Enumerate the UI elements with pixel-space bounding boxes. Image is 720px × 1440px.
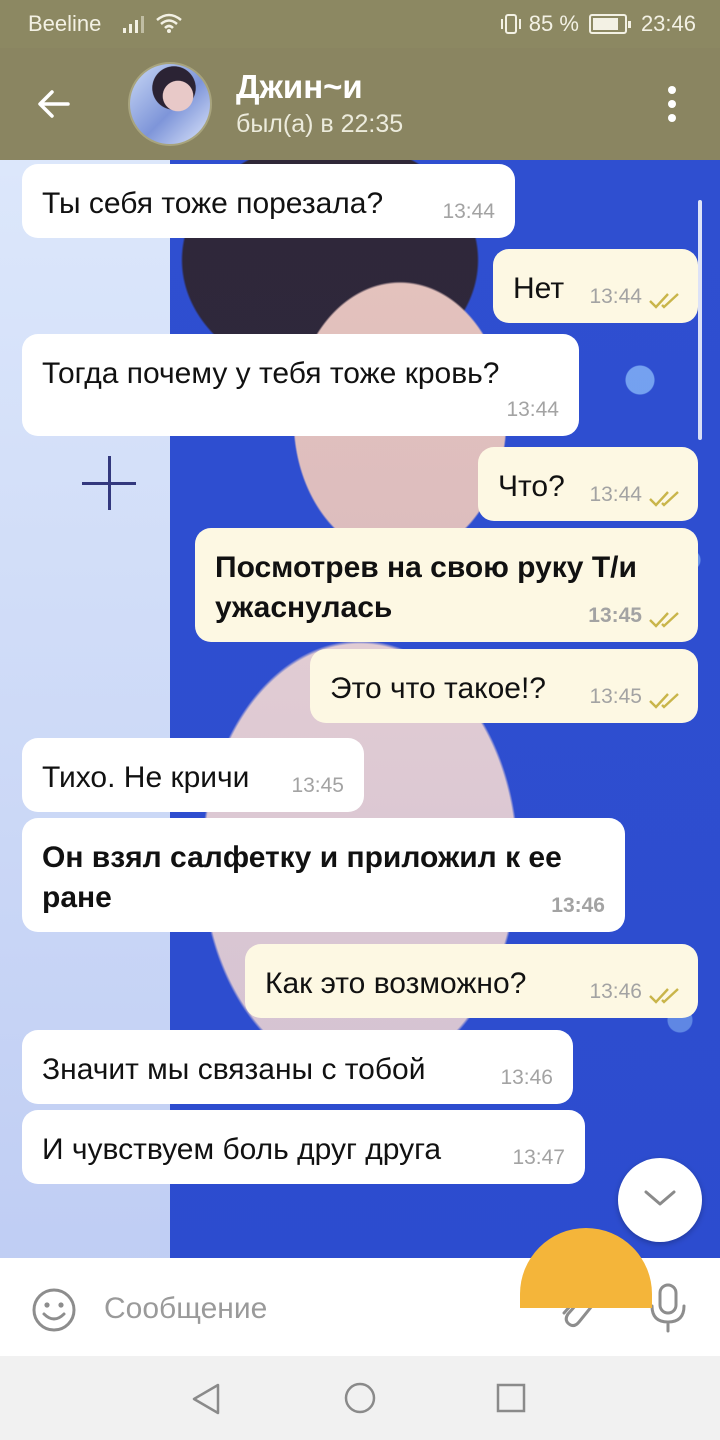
last-seen-status: был(а) в 22:35 [236, 110, 404, 138]
smile-icon[interactable] [30, 1286, 78, 1334]
incoming-message[interactable]: Он взял салфетку и приложил к ее ране 13:… [22, 818, 625, 932]
contact-avatar[interactable] [128, 62, 212, 146]
incoming-message[interactable]: Тихо. Не кричи 13:45 [22, 738, 364, 812]
more-vert-icon[interactable] [660, 84, 684, 124]
outgoing-message[interactable]: Как это возможно? 13:46 [245, 944, 698, 1018]
message-time: 13:46 [551, 894, 605, 917]
double-check-icon [649, 693, 679, 709]
status-bar: Beeline 85 % 23:46 [0, 0, 720, 48]
chevron-down-icon [644, 1190, 676, 1206]
outgoing-message[interactable]: Нет 13:44 [493, 249, 698, 323]
nav-recents-icon[interactable] [496, 1383, 526, 1413]
chat-header: Джин~и был(а) в 22:35 [0, 48, 720, 160]
outgoing-message[interactable]: Что? 13:44 [478, 447, 698, 521]
incoming-message[interactable]: Тогда почему у тебя тоже кровь? 13:44 [22, 334, 579, 436]
message-time: 13:44 [589, 483, 642, 506]
battery-percent: 85 % [528, 11, 579, 36]
system-nav-bar [0, 1356, 720, 1440]
double-check-icon [649, 612, 679, 628]
message-text: Тогда почему у тебя тоже кровь? [42, 357, 500, 390]
message-text: Ты себя тоже порезала? [42, 187, 384, 220]
message-text: Нет [513, 272, 565, 305]
message-text: Что? [498, 470, 565, 503]
message-text: Он взял салфетку и приложил к ее ране [42, 841, 562, 914]
outgoing-message[interactable]: Это что такое!? 13:45 [310, 649, 698, 723]
message-text: И чувствуем боль друг друга [42, 1133, 442, 1166]
nav-home-icon[interactable] [343, 1381, 377, 1415]
double-check-icon [649, 491, 679, 507]
nav-back-icon[interactable] [190, 1382, 222, 1416]
scroll-down-button[interactable] [618, 1158, 702, 1242]
message-text: Тихо. Не кричи [42, 761, 250, 794]
vibrate-icon [500, 14, 521, 34]
message-text: Это что такое!? [330, 672, 546, 705]
message-time: 13:45 [589, 685, 642, 708]
incoming-message[interactable]: Значит мы связаны с тобой 13:46 [22, 1030, 573, 1104]
message-time: 13:46 [500, 1066, 553, 1089]
message-time: 13:47 [512, 1146, 565, 1169]
message-time: 13:44 [442, 200, 495, 223]
message-text: Значит мы связаны с тобой [42, 1053, 426, 1086]
message-time: 13:45 [291, 774, 344, 797]
signal-icon [123, 16, 144, 33]
incoming-message[interactable]: Ты себя тоже порезала? 13:44 [22, 164, 515, 238]
contact-name[interactable]: Джин~и [236, 68, 363, 106]
message-time: 13:44 [589, 285, 642, 308]
message-input[interactable]: Сообщение [104, 1292, 267, 1326]
wallpaper-plus-mark [82, 456, 136, 510]
message-time: 13:46 [589, 980, 642, 1003]
arrow-left-icon[interactable] [32, 82, 76, 126]
message-text: Как это возможно? [265, 967, 527, 1000]
incoming-message[interactable]: И чувствуем боль друг друга 13:47 [22, 1110, 585, 1184]
carrier-name: Beeline [28, 11, 102, 36]
message-time: 13:45 [588, 604, 642, 627]
wifi-icon [156, 13, 182, 33]
double-check-icon [649, 988, 679, 1004]
outgoing-message[interactable]: Посмотрев на свою руку Т/и ужаснулась 13:… [195, 528, 698, 642]
double-check-icon [649, 293, 679, 309]
message-time: 13:44 [506, 398, 559, 421]
battery-icon [588, 14, 631, 34]
clock: 23:46 [640, 11, 696, 36]
scrollbar[interactable] [698, 200, 702, 440]
